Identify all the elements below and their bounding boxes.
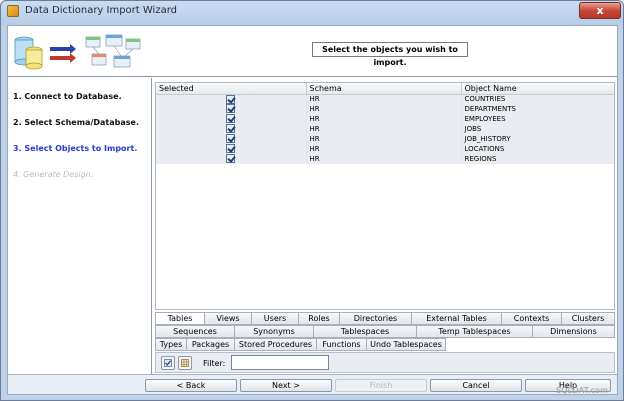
app-icon <box>7 5 19 17</box>
selected-checkbox[interactable] <box>226 154 236 164</box>
watermark: SQLDAT.com <box>556 386 609 395</box>
object-type-tabs-row-1: Tables Views Users Roles Directories Ext… <box>155 312 615 325</box>
select-all-icon <box>164 359 172 367</box>
tab-dimensions[interactable]: Dimensions <box>533 325 615 338</box>
selected-checkbox[interactable] <box>226 114 236 124</box>
deselect-all-icon <box>181 359 189 367</box>
object-name-cell: DEPARTMENTS <box>461 104 614 114</box>
step-select-schema: 2. Select Schema/Database. <box>13 118 139 127</box>
import-illustration-icon <box>14 34 141 70</box>
step-select-objects: 3. Select Objects to Import. <box>13 144 138 153</box>
tab-types[interactable]: Types <box>155 338 187 351</box>
tab-tables[interactable]: Tables <box>155 312 205 325</box>
column-header-selected[interactable]: Selected <box>156 83 307 95</box>
filter-input[interactable] <box>231 355 329 370</box>
instruction-text: Select the objects you wish to import. <box>312 42 468 67</box>
schema-cell: HR <box>306 134 462 144</box>
wizard-footer: < Back Next > Finish Cancel Help <box>8 374 617 394</box>
objects-table: Selected Schema Object Name HR COUNTRIES <box>155 82 615 310</box>
selected-checkbox[interactable] <box>226 124 236 134</box>
tab-synonyms[interactable]: Synonyms <box>235 325 314 338</box>
tab-users[interactable]: Users <box>252 312 299 325</box>
schema-cell: HR <box>306 154 462 164</box>
table-row[interactable]: HR EMPLOYEES <box>156 114 614 124</box>
wizard-header: Select the objects you wish to import. <box>8 26 617 77</box>
filter-bar: Filter: <box>155 352 615 373</box>
schema-cell: HR <box>306 94 462 104</box>
tab-functions[interactable]: Functions <box>317 338 367 351</box>
object-name-cell: EMPLOYEES <box>461 114 614 124</box>
object-name-cell: COUNTRIES <box>461 94 614 104</box>
object-name-cell: REGIONS <box>461 154 614 164</box>
cancel-button[interactable]: Cancel <box>430 379 522 392</box>
table-row[interactable]: HR JOB_HISTORY <box>156 134 614 144</box>
object-type-tabs-row-2: Sequences Synonyms Tablespaces Temp Tabl… <box>155 325 615 338</box>
tab-roles[interactable]: Roles <box>299 312 340 325</box>
table-row[interactable]: HR LOCATIONS <box>156 144 614 154</box>
wizard-window: Data Dictionary Import Wizard x Select t… <box>0 0 624 401</box>
schema-cell: HR <box>306 124 462 134</box>
schema-cell: HR <box>306 144 462 154</box>
object-selection-panel: Selected Schema Object Name HR COUNTRIES <box>153 78 617 374</box>
tab-undo-tablespaces[interactable]: Undo Tablespaces <box>367 338 446 351</box>
table-row[interactable]: HR COUNTRIES <box>156 94 614 104</box>
tab-contexts[interactable]: Contexts <box>502 312 562 325</box>
tab-sequences[interactable]: Sequences <box>155 325 235 338</box>
step-generate-design: 4. Generate Design. <box>13 170 94 179</box>
object-name-cell: JOB_HISTORY <box>461 134 614 144</box>
title-bar: Data Dictionary Import Wizard x <box>1 1 623 23</box>
table-row[interactable]: HR REGIONS <box>156 154 614 164</box>
tab-views[interactable]: Views <box>205 312 252 325</box>
object-type-tabs-row-3: Types Packages Stored Procedures Functio… <box>155 338 446 351</box>
next-button[interactable]: Next > <box>240 379 332 392</box>
step-list: 1. Connect to Database. 2. Select Schema… <box>8 78 152 374</box>
tab-tablespaces[interactable]: Tablespaces <box>314 325 417 338</box>
object-name-cell: JOBS <box>461 124 614 134</box>
selected-checkbox[interactable] <box>226 144 236 154</box>
window-title: Data Dictionary Import Wizard <box>25 5 177 16</box>
tab-external-tables[interactable]: External Tables <box>412 312 502 325</box>
deselect-all-button[interactable] <box>178 356 192 370</box>
finish-button[interactable]: Finish <box>335 379 427 392</box>
tab-clusters[interactable]: Clusters <box>562 312 615 325</box>
schema-cell: HR <box>306 114 462 124</box>
table-row[interactable]: HR JOBS <box>156 124 614 134</box>
tab-packages[interactable]: Packages <box>187 338 235 351</box>
table-row[interactable]: HR DEPARTMENTS <box>156 104 614 114</box>
column-header-object-name[interactable]: Object Name <box>461 83 614 95</box>
close-button[interactable]: x <box>579 2 621 19</box>
select-all-button[interactable] <box>161 356 175 370</box>
object-name-cell: LOCATIONS <box>461 144 614 154</box>
step-connect: 1. Connect to Database. <box>13 92 122 101</box>
tab-stored-procedures[interactable]: Stored Procedures <box>235 338 317 351</box>
back-button[interactable]: < Back <box>145 379 237 392</box>
selected-checkbox[interactable] <box>226 104 236 114</box>
column-header-schema[interactable]: Schema <box>306 83 462 95</box>
schema-cell: HR <box>306 104 462 114</box>
filter-label: Filter: <box>203 359 226 368</box>
tab-directories[interactable]: Directories <box>340 312 412 325</box>
selected-checkbox[interactable] <box>226 134 236 144</box>
selected-checkbox[interactable] <box>226 94 236 104</box>
tab-temp-tablespaces[interactable]: Temp Tablespaces <box>417 325 533 338</box>
wizard-body: Select the objects you wish to import. 1… <box>7 25 618 395</box>
